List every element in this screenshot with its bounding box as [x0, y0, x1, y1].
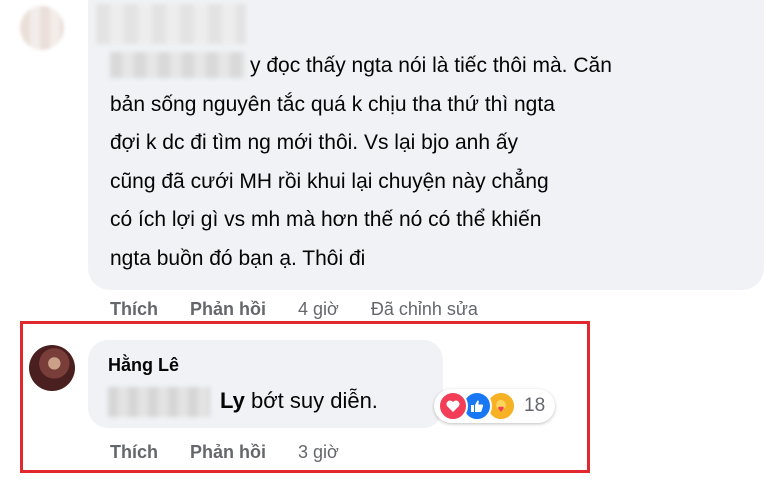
comment-line: có ích lợi gì vs mh mà hơn thế nó có thể… [110, 208, 542, 231]
love-icon [438, 391, 468, 421]
blurred-avatar [20, 6, 64, 50]
timestamp[interactable]: 3 giờ [298, 442, 339, 463]
comment-actions: Thích Phản hồi 4 giờ Đã chỉnh sửa [110, 299, 478, 320]
reply-button[interactable]: Phản hồi [190, 442, 266, 463]
reply-actions: Thích Phản hồi 3 giờ [110, 442, 339, 463]
blurred-text [110, 52, 245, 78]
author-name[interactable]: Hằng Lê [108, 355, 179, 376]
like-button[interactable]: Thích [110, 299, 158, 320]
timestamp[interactable]: 4 giờ [298, 299, 339, 320]
reply-text: Ly bớt suy diễn. [220, 388, 378, 414]
edited-label[interactable]: Đã chỉnh sửa [371, 299, 478, 320]
avatar[interactable] [29, 345, 75, 391]
mention-tag[interactable]: Ly [220, 388, 245, 413]
reply-button[interactable]: Phản hồi [190, 299, 266, 320]
reaction-summary[interactable]: 18 [434, 389, 556, 423]
comment-line: cũng đã cưới MH rồi khui lại chuyện này … [110, 169, 549, 193]
blurred-text [108, 387, 210, 417]
comment-text: y đọc thấy ngta nói là tiếc thôi mà. Căn… [110, 47, 750, 278]
blurred-author-name [96, 4, 246, 44]
comment-line: bản sống nguyên tắc quá k chịu tha thứ t… [110, 92, 555, 116]
reaction-count: 18 [524, 395, 546, 416]
reply-body: bớt suy diễn. [244, 388, 378, 413]
comment-line: ngta buồn đó bạn ạ. Thôi đi [110, 246, 366, 270]
comment-line: đợi k dc đi tìm ng mới thôi. Vs lại bjo … [110, 131, 519, 154]
like-button[interactable]: Thích [110, 442, 158, 463]
